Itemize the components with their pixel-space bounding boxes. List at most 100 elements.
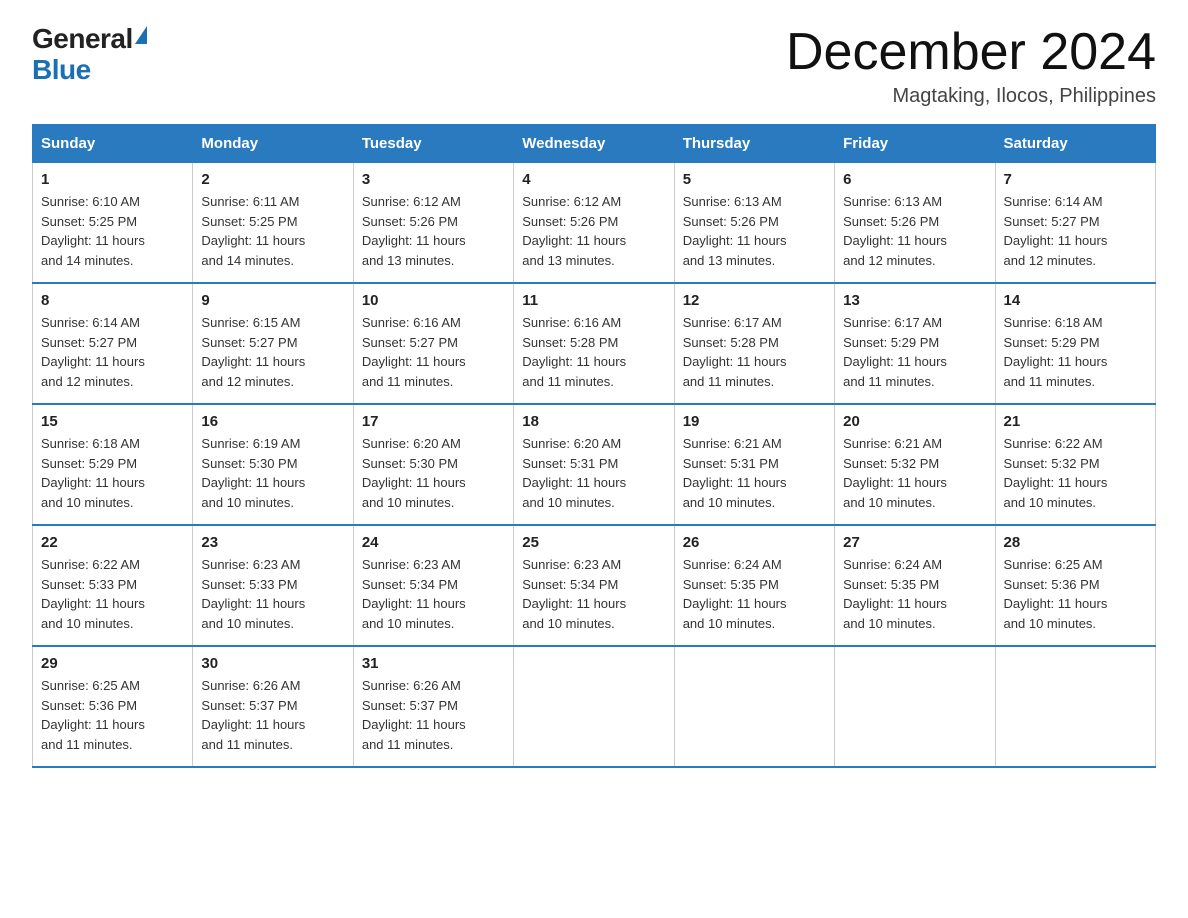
- day-number: 19: [683, 413, 826, 430]
- day-number: 22: [41, 534, 184, 551]
- logo: General Blue: [32, 24, 147, 86]
- day-detail: Sunrise: 6:16 AMSunset: 5:27 PMDaylight:…: [362, 313, 505, 391]
- calendar-day-cell: 8 Sunrise: 6:14 AMSunset: 5:27 PMDaylight…: [33, 283, 193, 404]
- calendar-day-cell: 6 Sunrise: 6:13 AMSunset: 5:26 PMDaylight…: [835, 163, 995, 284]
- calendar-day-cell: 22 Sunrise: 6:22 AMSunset: 5:33 PMDayligh…: [33, 525, 193, 646]
- logo-blue-text: Blue: [32, 55, 91, 86]
- day-number: 10: [362, 292, 505, 309]
- day-detail: Sunrise: 6:14 AMSunset: 5:27 PMDaylight:…: [41, 313, 184, 391]
- day-number: 24: [362, 534, 505, 551]
- calendar-day-cell: 27Sunrise: 6:24 AMSunset: 5:35 PMDayligh…: [835, 525, 995, 646]
- day-number: 20: [843, 413, 986, 430]
- calendar-day-cell: 10 Sunrise: 6:16 AMSunset: 5:27 PMDayligh…: [353, 283, 513, 404]
- day-detail: Sunrise: 6:14 AMSunset: 5:27 PMDaylight:…: [1004, 192, 1147, 270]
- day-number: 6: [843, 171, 986, 188]
- day-number: 9: [201, 292, 344, 309]
- day-detail: Sunrise: 6:20 AMSunset: 5:30 PMDaylight:…: [362, 434, 505, 512]
- day-number: 27: [843, 534, 986, 551]
- day-number: 14: [1004, 292, 1147, 309]
- calendar-day-cell: 11 Sunrise: 6:16 AMSunset: 5:28 PMDayligh…: [514, 283, 674, 404]
- calendar-day-cell: [835, 646, 995, 767]
- day-number: 28: [1004, 534, 1147, 551]
- day-detail: Sunrise: 6:18 AMSunset: 5:29 PMDaylight:…: [1004, 313, 1147, 391]
- header-friday: Friday: [835, 125, 995, 163]
- day-detail: Sunrise: 6:16 AMSunset: 5:28 PMDaylight:…: [522, 313, 665, 391]
- month-title: December 2024: [786, 24, 1156, 81]
- day-detail: Sunrise: 6:23 AMSunset: 5:34 PMDaylight:…: [522, 555, 665, 633]
- day-detail: Sunrise: 6:21 AMSunset: 5:32 PMDaylight:…: [843, 434, 986, 512]
- calendar-day-cell: 14 Sunrise: 6:18 AMSunset: 5:29 PMDayligh…: [995, 283, 1155, 404]
- calendar-day-cell: 25 Sunrise: 6:23 AMSunset: 5:34 PMDayligh…: [514, 525, 674, 646]
- calendar-day-cell: 5 Sunrise: 6:13 AMSunset: 5:26 PMDaylight…: [674, 163, 834, 284]
- day-number: 26: [683, 534, 826, 551]
- day-number: 5: [683, 171, 826, 188]
- title-block: December 2024 Magtaking, Ilocos, Philipp…: [786, 24, 1156, 108]
- calendar-day-cell: 28 Sunrise: 6:25 AMSunset: 5:36 PMDayligh…: [995, 525, 1155, 646]
- day-number: 11: [522, 292, 665, 309]
- day-detail: Sunrise: 6:20 AMSunset: 5:31 PMDaylight:…: [522, 434, 665, 512]
- day-detail: Sunrise: 6:10 AMSunset: 5:25 PMDaylight:…: [41, 192, 184, 270]
- calendar-day-cell: 24 Sunrise: 6:23 AMSunset: 5:34 PMDayligh…: [353, 525, 513, 646]
- header-saturday: Saturday: [995, 125, 1155, 163]
- calendar-day-cell: 3Sunrise: 6:12 AMSunset: 5:26 PMDaylight…: [353, 163, 513, 284]
- header-monday: Monday: [193, 125, 353, 163]
- day-detail: Sunrise: 6:23 AMSunset: 5:34 PMDaylight:…: [362, 555, 505, 633]
- day-number: 29: [41, 655, 184, 672]
- header-sunday: Sunday: [33, 125, 193, 163]
- day-detail: Sunrise: 6:17 AMSunset: 5:28 PMDaylight:…: [683, 313, 826, 391]
- day-detail: Sunrise: 6:13 AMSunset: 5:26 PMDaylight:…: [843, 192, 986, 270]
- day-number: 8: [41, 292, 184, 309]
- calendar-day-cell: 13Sunrise: 6:17 AMSunset: 5:29 PMDayligh…: [835, 283, 995, 404]
- calendar-day-cell: [995, 646, 1155, 767]
- calendar-day-cell: 7Sunrise: 6:14 AMSunset: 5:27 PMDaylight…: [995, 163, 1155, 284]
- day-detail: Sunrise: 6:22 AMSunset: 5:33 PMDaylight:…: [41, 555, 184, 633]
- calendar-day-cell: 4 Sunrise: 6:12 AMSunset: 5:26 PMDaylight…: [514, 163, 674, 284]
- day-detail: Sunrise: 6:19 AMSunset: 5:30 PMDaylight:…: [201, 434, 344, 512]
- day-detail: Sunrise: 6:25 AMSunset: 5:36 PMDaylight:…: [1004, 555, 1147, 633]
- day-detail: Sunrise: 6:15 AMSunset: 5:27 PMDaylight:…: [201, 313, 344, 391]
- logo-general-text: General: [32, 24, 133, 55]
- day-detail: Sunrise: 6:12 AMSunset: 5:26 PMDaylight:…: [522, 192, 665, 270]
- calendar-day-cell: 29Sunrise: 6:25 AMSunset: 5:36 PMDayligh…: [33, 646, 193, 767]
- calendar-table: SundayMondayTuesdayWednesdayThursdayFrid…: [32, 124, 1156, 768]
- day-number: 12: [683, 292, 826, 309]
- calendar-day-cell: 2Sunrise: 6:11 AMSunset: 5:25 PMDaylight…: [193, 163, 353, 284]
- day-detail: Sunrise: 6:26 AMSunset: 5:37 PMDaylight:…: [201, 676, 344, 754]
- calendar-header-row: SundayMondayTuesdayWednesdayThursdayFrid…: [33, 125, 1156, 163]
- calendar-day-cell: 18 Sunrise: 6:20 AMSunset: 5:31 PMDayligh…: [514, 404, 674, 525]
- day-number: 21: [1004, 413, 1147, 430]
- day-number: 4: [522, 171, 665, 188]
- calendar-week-row: 8 Sunrise: 6:14 AMSunset: 5:27 PMDaylight…: [33, 283, 1156, 404]
- day-number: 25: [522, 534, 665, 551]
- calendar-day-cell: 31 Sunrise: 6:26 AMSunset: 5:37 PMDayligh…: [353, 646, 513, 767]
- day-number: 17: [362, 413, 505, 430]
- calendar-day-cell: 17 Sunrise: 6:20 AMSunset: 5:30 PMDayligh…: [353, 404, 513, 525]
- day-detail: Sunrise: 6:23 AMSunset: 5:33 PMDaylight:…: [201, 555, 344, 633]
- calendar-day-cell: 12 Sunrise: 6:17 AMSunset: 5:28 PMDayligh…: [674, 283, 834, 404]
- logo-arrow-icon: [135, 26, 147, 44]
- calendar-week-row: 15 Sunrise: 6:18 AMSunset: 5:29 PMDayligh…: [33, 404, 1156, 525]
- page-header: General Blue December 2024 Magtaking, Il…: [32, 24, 1156, 108]
- day-number: 13: [843, 292, 986, 309]
- day-number: 2: [201, 171, 344, 188]
- day-detail: Sunrise: 6:21 AMSunset: 5:31 PMDaylight:…: [683, 434, 826, 512]
- day-detail: Sunrise: 6:13 AMSunset: 5:26 PMDaylight:…: [683, 192, 826, 270]
- day-detail: Sunrise: 6:18 AMSunset: 5:29 PMDaylight:…: [41, 434, 184, 512]
- calendar-day-cell: 9 Sunrise: 6:15 AMSunset: 5:27 PMDaylight…: [193, 283, 353, 404]
- location-title: Magtaking, Ilocos, Philippines: [786, 85, 1156, 108]
- day-number: 18: [522, 413, 665, 430]
- day-number: 23: [201, 534, 344, 551]
- day-detail: Sunrise: 6:26 AMSunset: 5:37 PMDaylight:…: [362, 676, 505, 754]
- day-number: 30: [201, 655, 344, 672]
- calendar-day-cell: 30 Sunrise: 6:26 AMSunset: 5:37 PMDayligh…: [193, 646, 353, 767]
- day-number: 15: [41, 413, 184, 430]
- calendar-day-cell: 26Sunrise: 6:24 AMSunset: 5:35 PMDayligh…: [674, 525, 834, 646]
- header-tuesday: Tuesday: [353, 125, 513, 163]
- calendar-day-cell: 19 Sunrise: 6:21 AMSunset: 5:31 PMDayligh…: [674, 404, 834, 525]
- calendar-day-cell: 21Sunrise: 6:22 AMSunset: 5:32 PMDayligh…: [995, 404, 1155, 525]
- day-detail: Sunrise: 6:12 AMSunset: 5:26 PMDaylight:…: [362, 192, 505, 270]
- calendar-day-cell: 20 Sunrise: 6:21 AMSunset: 5:32 PMDayligh…: [835, 404, 995, 525]
- calendar-day-cell: [514, 646, 674, 767]
- day-number: 31: [362, 655, 505, 672]
- calendar-day-cell: [674, 646, 834, 767]
